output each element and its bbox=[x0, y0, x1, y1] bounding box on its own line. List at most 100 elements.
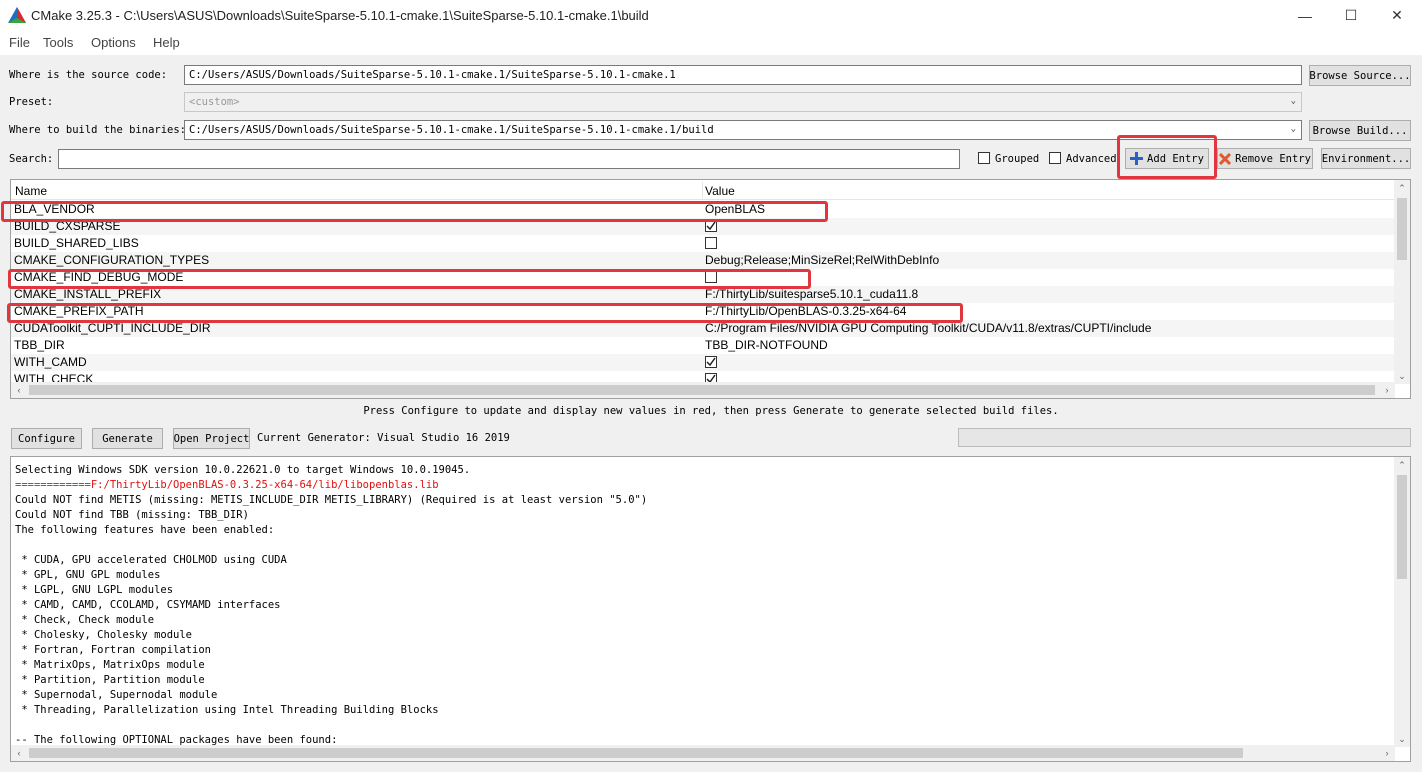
current-generator: Current Generator: Visual Studio 16 2019 bbox=[257, 432, 510, 444]
log-line: * CUDA, GPU accelerated CHOLMOD using CU… bbox=[15, 554, 287, 566]
browse-build-button[interactable]: Browse Build... bbox=[1309, 120, 1411, 141]
search-input[interactable] bbox=[58, 149, 960, 169]
entry-value[interactable]: F:/ThirtyLib/OpenBLAS-0.3.25-x64-64 bbox=[705, 304, 906, 318]
entry-name: BLA_VENDOR bbox=[14, 202, 95, 216]
entry-value-checkbox[interactable] bbox=[705, 237, 717, 249]
search-label: Search: bbox=[9, 153, 54, 165]
build-label: Where to build the binaries: bbox=[9, 124, 187, 136]
entry-name: WITH_CAMD bbox=[14, 355, 87, 369]
scroll-up-icon[interactable]: ⌃ bbox=[1394, 457, 1410, 473]
table-row[interactable]: BUILD_CXSPARSE bbox=[11, 218, 1395, 235]
scroll-thumb[interactable] bbox=[1397, 198, 1407, 260]
close-button[interactable]: ✕ bbox=[1374, 0, 1420, 31]
entry-name: BUILD_CXSPARSE bbox=[14, 219, 121, 233]
log-line: * CAMD, CAMD, CCOLAMD, CSYMAMD interface… bbox=[15, 599, 281, 611]
scroll-thumb[interactable] bbox=[1397, 475, 1407, 579]
log-line: * Supernodal, Supernodal module bbox=[15, 689, 218, 701]
menu-options[interactable]: Options bbox=[91, 35, 136, 50]
menu-file[interactable]: File bbox=[9, 35, 30, 50]
environment-label: Environment... bbox=[1321, 152, 1411, 165]
browse-build-label: Browse Build... bbox=[1312, 124, 1408, 137]
entry-name: CMAKE_CONFIGURATION_TYPES bbox=[14, 253, 210, 267]
advanced-checkbox[interactable] bbox=[1049, 152, 1061, 164]
entry-value-checkbox[interactable] bbox=[705, 356, 717, 368]
entry-value[interactable]: OpenBLAS bbox=[705, 202, 765, 216]
scroll-down-icon[interactable]: ⌄ bbox=[1394, 731, 1410, 747]
log-line: Could NOT find METIS (missing: METIS_INC… bbox=[15, 494, 648, 506]
add-entry-label: Add Entry bbox=[1147, 152, 1204, 165]
log-line: * Partition, Partition module bbox=[15, 674, 205, 686]
entry-value[interactable]: C:/Program Files/NVIDIA GPU Computing To… bbox=[705, 321, 1151, 335]
log-line: ============F:/ThirtyLib/OpenBLAS-0.3.25… bbox=[15, 479, 439, 491]
table-row[interactable]: CMAKE_CONFIGURATION_TYPES Debug;Release;M… bbox=[11, 252, 1395, 269]
scroll-thumb[interactable] bbox=[29, 748, 1243, 758]
chevron-down-icon: ⌄ bbox=[1290, 96, 1296, 106]
log-horizontal-scrollbar[interactable]: ‹ › bbox=[11, 745, 1395, 761]
scroll-down-icon[interactable]: ⌄ bbox=[1394, 368, 1410, 384]
close-icon: ✕ bbox=[1391, 7, 1403, 23]
output-log[interactable]: Selecting Windows SDK version 10.0.22621… bbox=[10, 456, 1411, 762]
build-input[interactable]: C:/Users/ASUS/Downloads/SuiteSparse-5.10… bbox=[184, 120, 1302, 140]
log-line: Selecting Windows SDK version 10.0.22621… bbox=[15, 464, 471, 476]
scroll-thumb[interactable] bbox=[29, 385, 1375, 395]
table-header: Name Value bbox=[11, 180, 1395, 200]
table-row[interactable]: WITH_CAMD bbox=[11, 354, 1395, 371]
entry-name: CMAKE_FIND_DEBUG_MODE bbox=[14, 270, 184, 284]
column-separator bbox=[702, 182, 703, 198]
source-label: Where is the source code: bbox=[9, 69, 168, 81]
configure-button[interactable]: Configure bbox=[11, 428, 82, 449]
table-row[interactable]: CUDAToolkit_CUPTI_INCLUDE_DIR C:/Program … bbox=[11, 320, 1395, 337]
entry-value-checkbox[interactable] bbox=[705, 271, 717, 283]
log-line: * LGPL, GNU LGPL modules bbox=[15, 584, 174, 596]
table-row[interactable]: BLA_VENDOR OpenBLAS bbox=[11, 201, 1395, 218]
browse-source-label: Browse Source... bbox=[1309, 69, 1411, 82]
remove-entry-label: Remove Entry bbox=[1235, 152, 1311, 165]
cache-table[interactable]: Name Value BLA_VENDOR OpenBLAS BUILD_CXSPA… bbox=[10, 179, 1411, 399]
add-entry-button[interactable]: Add Entry bbox=[1125, 148, 1209, 169]
chevron-down-icon[interactable]: ⌄ bbox=[1291, 124, 1296, 134]
grouped-checkbox[interactable] bbox=[978, 152, 990, 164]
table-row[interactable]: TBB_DIR TBB_DIR-NOTFOUND bbox=[11, 337, 1395, 354]
entry-value[interactable]: TBB_DIR-NOTFOUND bbox=[705, 338, 828, 352]
table-horizontal-scrollbar[interactable]: ‹ › bbox=[11, 382, 1395, 398]
table-row[interactable]: CMAKE_PREFIX_PATH F:/ThirtyLib/OpenBLAS-0… bbox=[11, 303, 1395, 320]
entry-name: BUILD_SHARED_LIBS bbox=[14, 236, 139, 250]
remove-entry-button[interactable]: Remove Entry bbox=[1217, 148, 1313, 169]
table-row[interactable]: BUILD_SHARED_LIBS bbox=[11, 235, 1395, 252]
column-name-header[interactable]: Name bbox=[15, 184, 47, 198]
entry-name: CUDAToolkit_CUPTI_INCLUDE_DIR bbox=[14, 321, 211, 335]
table-row[interactable]: CMAKE_INSTALL_PREFIX F:/ThirtyLib/suitesp… bbox=[11, 286, 1395, 303]
progress-bar bbox=[958, 428, 1411, 447]
configure-label: Configure bbox=[18, 432, 75, 445]
environment-button[interactable]: Environment... bbox=[1321, 148, 1411, 169]
generate-label: Generate bbox=[102, 432, 153, 445]
menu-help[interactable]: Help bbox=[153, 35, 180, 50]
scroll-left-icon[interactable]: ‹ bbox=[11, 382, 27, 398]
log-vertical-scrollbar[interactable]: ⌃ ⌄ bbox=[1394, 457, 1410, 747]
browse-source-button[interactable]: Browse Source... bbox=[1309, 65, 1411, 86]
open-project-button[interactable]: Open Project bbox=[173, 428, 250, 449]
maximize-icon: ☐ bbox=[1344, 7, 1358, 23]
scroll-left-icon[interactable]: ‹ bbox=[11, 745, 27, 761]
preset-value: <custom> bbox=[189, 96, 240, 108]
entry-value[interactable]: F:/ThirtyLib/suitesparse5.10.1_cuda11.8 bbox=[705, 287, 918, 301]
build-path-value: C:/Users/ASUS/Downloads/SuiteSparse-5.10… bbox=[189, 124, 714, 136]
menu-tools[interactable]: Tools bbox=[43, 35, 73, 50]
table-row[interactable]: CMAKE_FIND_DEBUG_MODE bbox=[11, 269, 1395, 286]
log-line: * Fortran, Fortran compilation bbox=[15, 644, 211, 656]
table-vertical-scrollbar[interactable]: ⌃ ⌄ bbox=[1394, 180, 1410, 384]
entry-value[interactable]: Debug;Release;MinSizeRel;RelWithDebInfo bbox=[705, 253, 939, 267]
scroll-right-icon[interactable]: › bbox=[1379, 382, 1395, 398]
generate-button[interactable]: Generate bbox=[92, 428, 163, 449]
maximize-button[interactable]: ☐ bbox=[1328, 0, 1374, 31]
window-title: CMake 3.25.3 - C:\Users\ASUS\Downloads\S… bbox=[31, 8, 649, 23]
source-input[interactable]: C:/Users/ASUS/Downloads/SuiteSparse-5.10… bbox=[184, 65, 1302, 85]
column-value-header[interactable]: Value bbox=[705, 184, 735, 198]
scroll-up-icon[interactable]: ⌃ bbox=[1394, 180, 1410, 196]
entry-value-checkbox[interactable] bbox=[705, 220, 717, 232]
scroll-right-icon[interactable]: › bbox=[1379, 745, 1395, 761]
entry-name: TBB_DIR bbox=[14, 338, 65, 352]
menu-bar: File Tools Options Help bbox=[0, 31, 1422, 55]
minimize-button[interactable]: — bbox=[1282, 0, 1328, 31]
log-line: Could NOT find TBB (missing: TBB_DIR) bbox=[15, 509, 249, 521]
